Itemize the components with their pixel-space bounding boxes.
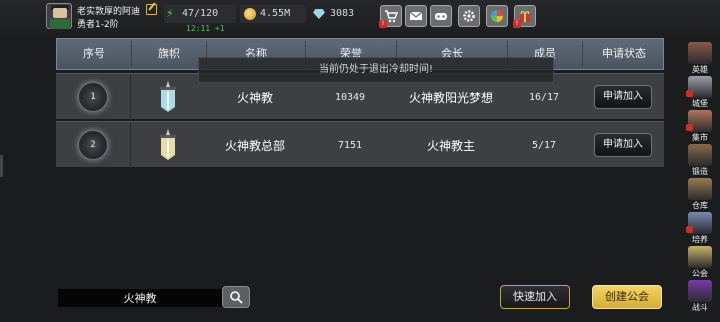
gem-icon	[313, 9, 325, 19]
warehouse-icon	[688, 178, 712, 200]
guild-icon	[688, 246, 712, 268]
settings-button[interactable]	[458, 5, 480, 27]
sidebar-item-battle[interactable]: 战斗	[684, 280, 716, 314]
sidebar-item-warehouse[interactable]: 仓库	[684, 178, 716, 212]
gold-value: 4.55M	[260, 8, 291, 19]
sidebar-item-label: 培养	[692, 235, 708, 244]
castle-alert-badge	[686, 90, 693, 97]
sidebar-item-label: 英雄	[692, 65, 708, 74]
toast-message: 当前仍处于退出冷却时间!	[318, 64, 433, 75]
player-avatar[interactable]	[46, 3, 72, 29]
games-button[interactable]	[430, 5, 452, 27]
create-guild-button[interactable]: 创建公会	[592, 285, 662, 309]
shop-button[interactable]: !	[379, 5, 402, 28]
top-bar: 老实敦厚的阿迪 勇者1-2阶 ⚡ 47/120 12:11 +1 4.55M 3…	[0, 0, 720, 36]
gift-alert-badge: !	[513, 20, 521, 28]
apply-join-button[interactable]: 申请加入	[594, 133, 652, 157]
right-sidebar: 英雄 城堡 集市 锻造 仓库 培养 公会 战斗	[682, 40, 720, 322]
left-edge-tab[interactable]	[0, 155, 3, 177]
battle-icon	[688, 280, 712, 302]
sidebar-item-label: 公会	[692, 269, 708, 278]
guild-banner[interactable]	[131, 122, 205, 168]
player-rank: 勇者1-2阶	[77, 20, 119, 30]
sidebar-item-label: 城堡	[692, 99, 708, 108]
guild-members: 16/17	[528, 91, 560, 103]
train-alert-badge	[686, 226, 693, 233]
sidebar-item-guild[interactable]: 公会	[684, 246, 716, 280]
energy-value: 47/120	[182, 8, 219, 19]
apply-join-button[interactable]: 申请加入	[594, 85, 652, 109]
header-status: 申请状态	[602, 47, 646, 60]
sidebar-item-market[interactable]: 集市	[684, 110, 716, 144]
guild-banner[interactable]	[131, 74, 205, 120]
energy-icon: ⚡	[166, 7, 174, 20]
player-name: 老实敦厚的阿迪	[77, 7, 141, 17]
cooldown-toast: 当前仍处于退出冷却时间!	[198, 57, 554, 83]
gem-value: 3083	[330, 8, 355, 19]
edit-name-icon[interactable]	[146, 4, 157, 15]
energy-regen-timer: 12:11 +1	[186, 24, 225, 33]
table-row[interactable]: 2 火神教总部 7151 火神教主 5/17 申请加入	[56, 121, 664, 168]
search-button[interactable]	[222, 286, 250, 308]
search-icon	[230, 291, 243, 304]
guild-search-input[interactable]	[58, 289, 222, 307]
rank-badge: 1	[78, 82, 108, 112]
banner-flag-icon	[160, 129, 176, 160]
shop-alert-badge: !	[379, 20, 387, 28]
gear-icon	[463, 10, 475, 22]
gift-button[interactable]: !	[513, 5, 536, 28]
rank-badge: 2	[78, 130, 108, 160]
sidebar-item-label: 集市	[692, 133, 708, 142]
sidebar-item-forge[interactable]: 锻造	[684, 144, 716, 178]
guild-honor: 7151	[337, 139, 363, 151]
guild-members: 5/17	[531, 139, 557, 151]
sidebar-item-hero[interactable]: 英雄	[684, 42, 716, 76]
guild-leader: 火神教阳光梦想	[408, 90, 493, 105]
banner-flag-icon	[160, 81, 176, 112]
guild-leader: 火神教主	[426, 138, 475, 153]
sidebar-item-label: 战斗	[692, 303, 708, 312]
gold-coin-icon	[244, 8, 256, 20]
mail-icon	[409, 11, 423, 20]
sidebar-item-label: 锻造	[692, 167, 708, 176]
market-alert-badge	[686, 124, 693, 131]
sidebar-item-train[interactable]: 培养	[684, 212, 716, 246]
header-index: 序号	[83, 47, 105, 60]
quick-join-button[interactable]: 快速加入	[500, 285, 570, 309]
sidebar-item-castle[interactable]: 城堡	[684, 76, 716, 110]
mail-button[interactable]	[405, 5, 427, 27]
guild-honor: 10349	[334, 91, 366, 103]
guild-name: 火神教总部	[224, 138, 285, 153]
anvil-icon	[688, 144, 712, 166]
color-wheel-icon	[491, 10, 503, 22]
hero-icon	[688, 42, 712, 64]
sidebar-item-label: 仓库	[692, 201, 708, 210]
guild-name: 火神教	[236, 90, 273, 105]
gamepad-icon	[435, 13, 447, 20]
header-banner: 旗帜	[158, 47, 180, 60]
wheel-button[interactable]	[486, 5, 508, 27]
